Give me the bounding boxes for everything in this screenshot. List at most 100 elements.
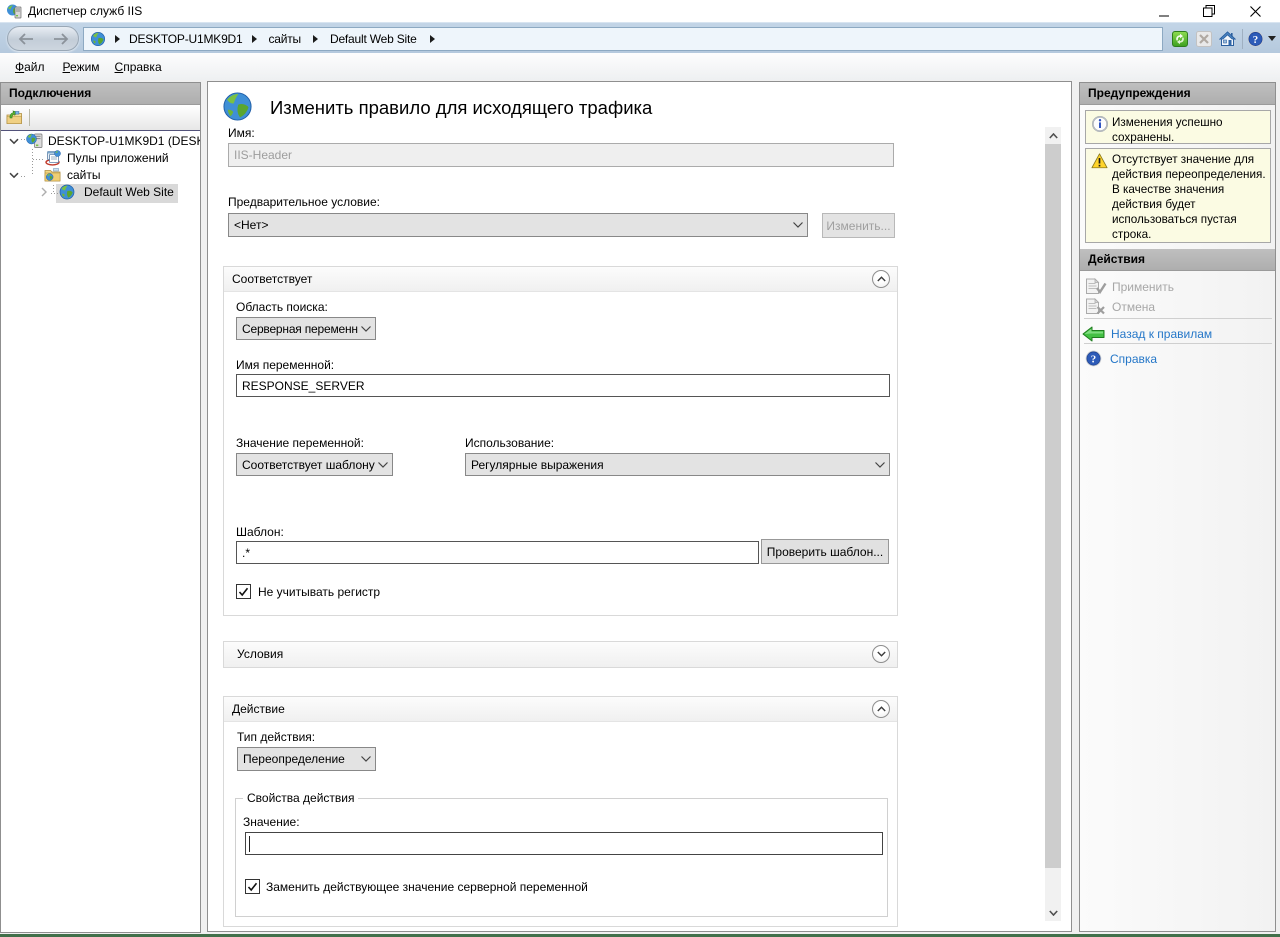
action-value-input[interactable] (245, 832, 883, 855)
vertical-scrollbar[interactable] (1045, 127, 1061, 921)
match-section-header: Соответствует (224, 267, 897, 292)
close-button[interactable] (1238, 0, 1272, 22)
apply-action[interactable]: Применить (1085, 278, 1174, 295)
action-section: Действие Тип действия: Переопределение С… (223, 696, 898, 927)
ignore-case-label: Не учитывать регистр (258, 585, 380, 599)
home-icon (1219, 31, 1236, 47)
test-pattern-button[interactable]: Проверить шаблон... (761, 539, 889, 564)
name-input[interactable] (228, 143, 894, 167)
tree-item-server[interactable]: DESKTOP-U1MK9D1 (DESKTOP (1, 132, 200, 150)
cancel-action-label: Отмена (1112, 300, 1155, 314)
tree-item-app-pools-label: Пулы приложений (64, 151, 172, 165)
variable-name-input[interactable] (236, 374, 890, 397)
chevron-up-icon (877, 276, 886, 282)
app-icon (6, 3, 22, 19)
collapse-match-button[interactable] (872, 270, 890, 288)
chevron-down-icon (793, 222, 803, 228)
application-pools-icon (44, 150, 61, 166)
chevron-up-icon (877, 706, 886, 712)
scrollbar-thumb[interactable] (1045, 144, 1061, 868)
chevron-down-icon (361, 756, 371, 762)
scope-select[interactable]: Серверная переменн (236, 317, 376, 340)
collapse-action-button[interactable] (872, 700, 890, 718)
chevron-expanded-icon[interactable] (9, 138, 19, 145)
svg-text:?: ? (1091, 353, 1096, 365)
breadcrumb-separator-icon (252, 35, 257, 43)
usage-select[interactable]: Регулярные выражения (465, 453, 890, 476)
forward-button[interactable] (43, 33, 78, 45)
help-button[interactable]: ? (1247, 30, 1264, 47)
variable-value-select[interactable]: Соответствует шаблону (236, 453, 393, 476)
conditions-section-title: Условия (237, 647, 283, 661)
tree-item-app-pools[interactable]: Пулы приложений (1, 149, 200, 167)
restore-button[interactable] (1192, 0, 1226, 22)
tree-item-sites[interactable]: сайты (1, 166, 200, 184)
page-title: Изменить правило для исходящего трафика (270, 97, 652, 119)
menu-help[interactable]: Справка (109, 58, 168, 76)
back-to-rules-action[interactable]: Назад к правилам (1082, 326, 1212, 342)
breadcrumb-separator-icon (430, 35, 435, 43)
help-dropdown-icon[interactable] (1268, 36, 1276, 41)
breadcrumb-site[interactable]: Default Web Site (330, 32, 417, 46)
warning-icon (1091, 153, 1108, 169)
chevron-down-icon (875, 462, 885, 468)
close-icon (1250, 6, 1261, 17)
menu-view[interactable]: Режим (57, 58, 106, 76)
cancel-action[interactable]: Отмена (1085, 298, 1155, 315)
warning-alert-text: Отсутствует значение для действия переоп… (1112, 152, 1266, 242)
chevron-down-icon (378, 462, 388, 468)
warnings-header: Предупреждения (1080, 83, 1275, 105)
pattern-input[interactable] (236, 541, 759, 564)
action-properties-fieldset: Свойства действия Значение: Заменить дей… (235, 798, 888, 917)
refresh-icon (1172, 31, 1188, 47)
connections-tree: DESKTOP-U1MK9D1 (DESKTOP Пулы приложений (1, 132, 200, 932)
chevron-collapsed-icon[interactable] (41, 187, 47, 197)
back-button[interactable] (8, 33, 43, 45)
replace-value-label: Заменить действующее значение серверной … (266, 880, 588, 894)
match-section-title: Соответствует (232, 272, 312, 286)
minimize-button[interactable] (1147, 0, 1181, 22)
tree-item-server-label: DESKTOP-U1MK9D1 (DESKTOP (45, 134, 200, 148)
stop-button[interactable] (1195, 30, 1212, 47)
info-alert: Изменения успешно сохранены. (1085, 110, 1271, 144)
check-icon (247, 882, 258, 892)
scroll-down-button[interactable] (1045, 904, 1061, 921)
chevron-expanded-icon[interactable] (9, 172, 19, 179)
action-type-select[interactable]: Переопределение (237, 747, 376, 771)
site-globe-icon (59, 184, 75, 200)
tree-item-sites-label: сайты (64, 168, 104, 182)
breadcrumb-sites[interactable]: сайты (268, 32, 301, 46)
precondition-label: Предварительное условие: (228, 195, 380, 209)
minimize-icon (1159, 6, 1170, 17)
expand-conditions-button[interactable] (872, 645, 890, 663)
replace-value-checkbox[interactable] (245, 879, 260, 894)
action-properties-legend: Свойства действия (243, 791, 358, 805)
save-connections-icon[interactable] (6, 110, 23, 126)
scroll-up-button[interactable] (1045, 127, 1061, 144)
breadcrumb-server[interactable]: DESKTOP-U1MK9D1 (129, 32, 242, 46)
apply-icon (1085, 278, 1107, 295)
refresh-button[interactable] (1171, 30, 1188, 47)
precondition-select[interactable]: <Нет> (228, 213, 808, 237)
chevron-down-icon (877, 651, 886, 657)
home-button[interactable] (1219, 30, 1236, 47)
help-action[interactable]: ? Справка (1085, 350, 1157, 367)
check-icon (238, 587, 249, 597)
scroll-down-icon (1049, 910, 1058, 916)
action-section-title: Действие (232, 702, 285, 716)
title-bar: Диспетчер служб IIS (0, 0, 1280, 22)
menu-bar: Файл Режим Справка (0, 53, 1280, 80)
scroll-up-icon (1049, 133, 1058, 139)
text-caret (249, 836, 250, 852)
menu-file[interactable]: Файл (9, 58, 51, 76)
info-icon (1092, 116, 1108, 132)
ignore-case-checkbox[interactable] (236, 584, 251, 599)
pattern-label: Шаблон: (236, 525, 284, 539)
back-icon (18, 33, 34, 45)
navigation-cluster (7, 26, 79, 51)
help-action-label: Справка (1110, 352, 1157, 366)
tree-item-default-web-site[interactable]: Default Web Site (1, 183, 200, 201)
breadcrumb[interactable]: DESKTOP-U1MK9D1 сайты Default Web Site (83, 27, 1163, 51)
edit-precondition-button[interactable]: Изменить... (822, 213, 895, 238)
cancel-icon (1085, 298, 1107, 315)
